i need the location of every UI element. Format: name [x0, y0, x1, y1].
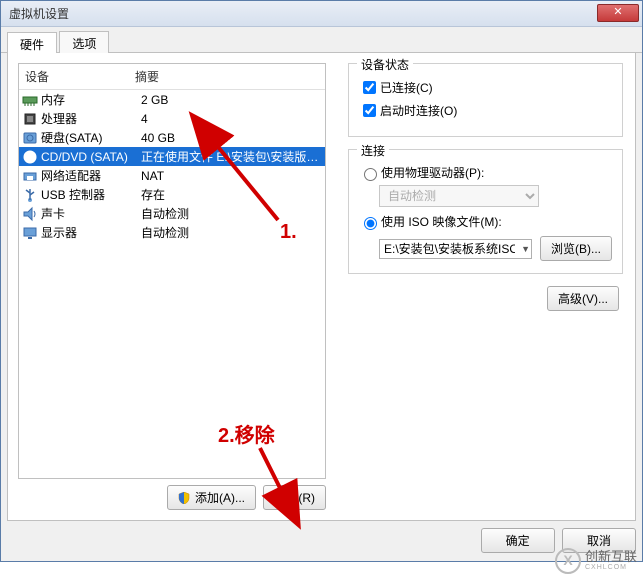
vm-settings-window: 虚拟机设置 ✕ 硬件 选项 设备 摘要 内存2 GB处理器4硬盘(SATA)40… — [0, 0, 643, 562]
device-name: 网络适配器 — [41, 167, 141, 184]
connected-row[interactable]: 已连接(C) — [359, 78, 612, 97]
chevron-down-icon[interactable]: ▼ — [521, 244, 530, 254]
usb-icon — [22, 187, 38, 203]
device-name: 处理器 — [41, 110, 141, 127]
left-panel: 设备 摘要 内存2 GB处理器4硬盘(SATA)40 GBCD/DVD (SAT… — [8, 53, 336, 520]
device-row[interactable]: USB 控制器存在 — [19, 185, 325, 204]
physical-drive-select: 自动检测 — [379, 185, 539, 207]
iso-path-input[interactable] — [379, 239, 532, 259]
cpu-icon — [22, 111, 38, 127]
physical-select-wrap: 自动检测 — [379, 185, 612, 207]
use-physical-radio[interactable] — [364, 168, 377, 181]
device-row[interactable]: 内存2 GB — [19, 90, 325, 109]
connection-title: 连接 — [357, 142, 389, 159]
titlebar: 虚拟机设置 ✕ — [1, 1, 642, 27]
device-row[interactable]: CD/DVD (SATA)正在使用文件 E:\安装包\安装版系统... — [19, 147, 325, 166]
device-row[interactable]: 网络适配器NAT — [19, 166, 325, 185]
connected-label: 已连接(C) — [380, 79, 433, 96]
content-area: 设备 摘要 内存2 GB处理器4硬盘(SATA)40 GBCD/DVD (SAT… — [7, 53, 636, 521]
device-name: 声卡 — [41, 205, 141, 222]
iso-row: ▼ 浏览(B)... — [379, 236, 612, 261]
device-summary: 存在 — [141, 186, 325, 203]
memory-icon — [22, 92, 38, 108]
connect-on-start-row[interactable]: 启动时连接(O) — [359, 101, 612, 120]
nic-icon — [22, 168, 38, 184]
use-iso-row[interactable]: 使用 ISO 映像文件(M): — [359, 213, 612, 230]
shield-icon — [178, 492, 190, 504]
add-button[interactable]: 添加(A)... — [167, 485, 256, 510]
device-name: 硬盘(SATA) — [41, 129, 141, 146]
connect-on-start-checkbox[interactable] — [363, 104, 376, 117]
header-summary: 摘要 — [135, 68, 325, 85]
advanced-button[interactable]: 高级(V)... — [547, 286, 619, 311]
ok-button[interactable]: 确定 — [481, 528, 555, 553]
connection-group: 连接 使用物理驱动器(P): 自动检测 使用 ISO 映像文件(M): — [348, 149, 623, 274]
connect-on-start-label: 启动时连接(O) — [380, 102, 457, 119]
bottom-bar: 确定 取消 — [7, 528, 636, 553]
device-name: 内存 — [41, 91, 141, 108]
display-icon — [22, 225, 38, 241]
right-panel: 设备状态 已连接(C) 启动时连接(O) 连接 使用物理驱动器(P): — [336, 53, 635, 520]
connected-checkbox[interactable] — [363, 81, 376, 94]
close-button[interactable]: ✕ — [597, 4, 639, 22]
device-summary: 自动检测 — [141, 205, 325, 222]
use-physical-row[interactable]: 使用物理驱动器(P): — [359, 164, 612, 181]
left-buttons: 添加(A)... 移除(R) — [18, 485, 326, 510]
cancel-button[interactable]: 取消 — [562, 528, 636, 553]
remove-button[interactable]: 移除(R) — [263, 485, 326, 510]
window-title: 虚拟机设置 — [9, 5, 69, 22]
sound-icon — [22, 206, 38, 222]
device-summary: 40 GB — [141, 131, 325, 145]
device-row[interactable]: 硬盘(SATA)40 GB — [19, 128, 325, 147]
device-rows: 内存2 GB处理器4硬盘(SATA)40 GBCD/DVD (SATA)正在使用… — [19, 90, 325, 478]
cd-icon — [22, 149, 38, 165]
advanced-row: 高级(V)... — [348, 286, 623, 311]
device-summary: 4 — [141, 112, 325, 126]
tabs-row: 硬件 选项 — [1, 27, 642, 53]
use-iso-label: 使用 ISO 映像文件(M): — [381, 213, 502, 230]
device-row[interactable]: 处理器4 — [19, 109, 325, 128]
header-device: 设备 — [25, 68, 135, 85]
device-summary: NAT — [141, 169, 325, 183]
device-summary: 2 GB — [141, 93, 325, 107]
device-status-group: 设备状态 已连接(C) 启动时连接(O) — [348, 63, 623, 137]
hdd-icon — [22, 130, 38, 146]
watermark-sub: CXHLCOM — [585, 564, 637, 572]
device-name: USB 控制器 — [41, 186, 141, 203]
device-row[interactable]: 显示器自动检测 — [19, 223, 325, 242]
device-name: CD/DVD (SATA) — [41, 150, 141, 164]
device-summary: 自动检测 — [141, 224, 325, 241]
iso-path-combo[interactable]: ▼ — [379, 239, 532, 259]
use-physical-label: 使用物理驱动器(P): — [381, 164, 484, 181]
browse-button[interactable]: 浏览(B)... — [540, 236, 612, 261]
device-list-header: 设备 摘要 — [19, 64, 325, 90]
device-status-title: 设备状态 — [357, 56, 413, 73]
device-summary: 正在使用文件 E:\安装包\安装版系统... — [141, 148, 325, 165]
device-name: 显示器 — [41, 224, 141, 241]
device-row[interactable]: 声卡自动检测 — [19, 204, 325, 223]
device-list: 设备 摘要 内存2 GB处理器4硬盘(SATA)40 GBCD/DVD (SAT… — [18, 63, 326, 479]
use-iso-radio[interactable] — [364, 217, 377, 230]
